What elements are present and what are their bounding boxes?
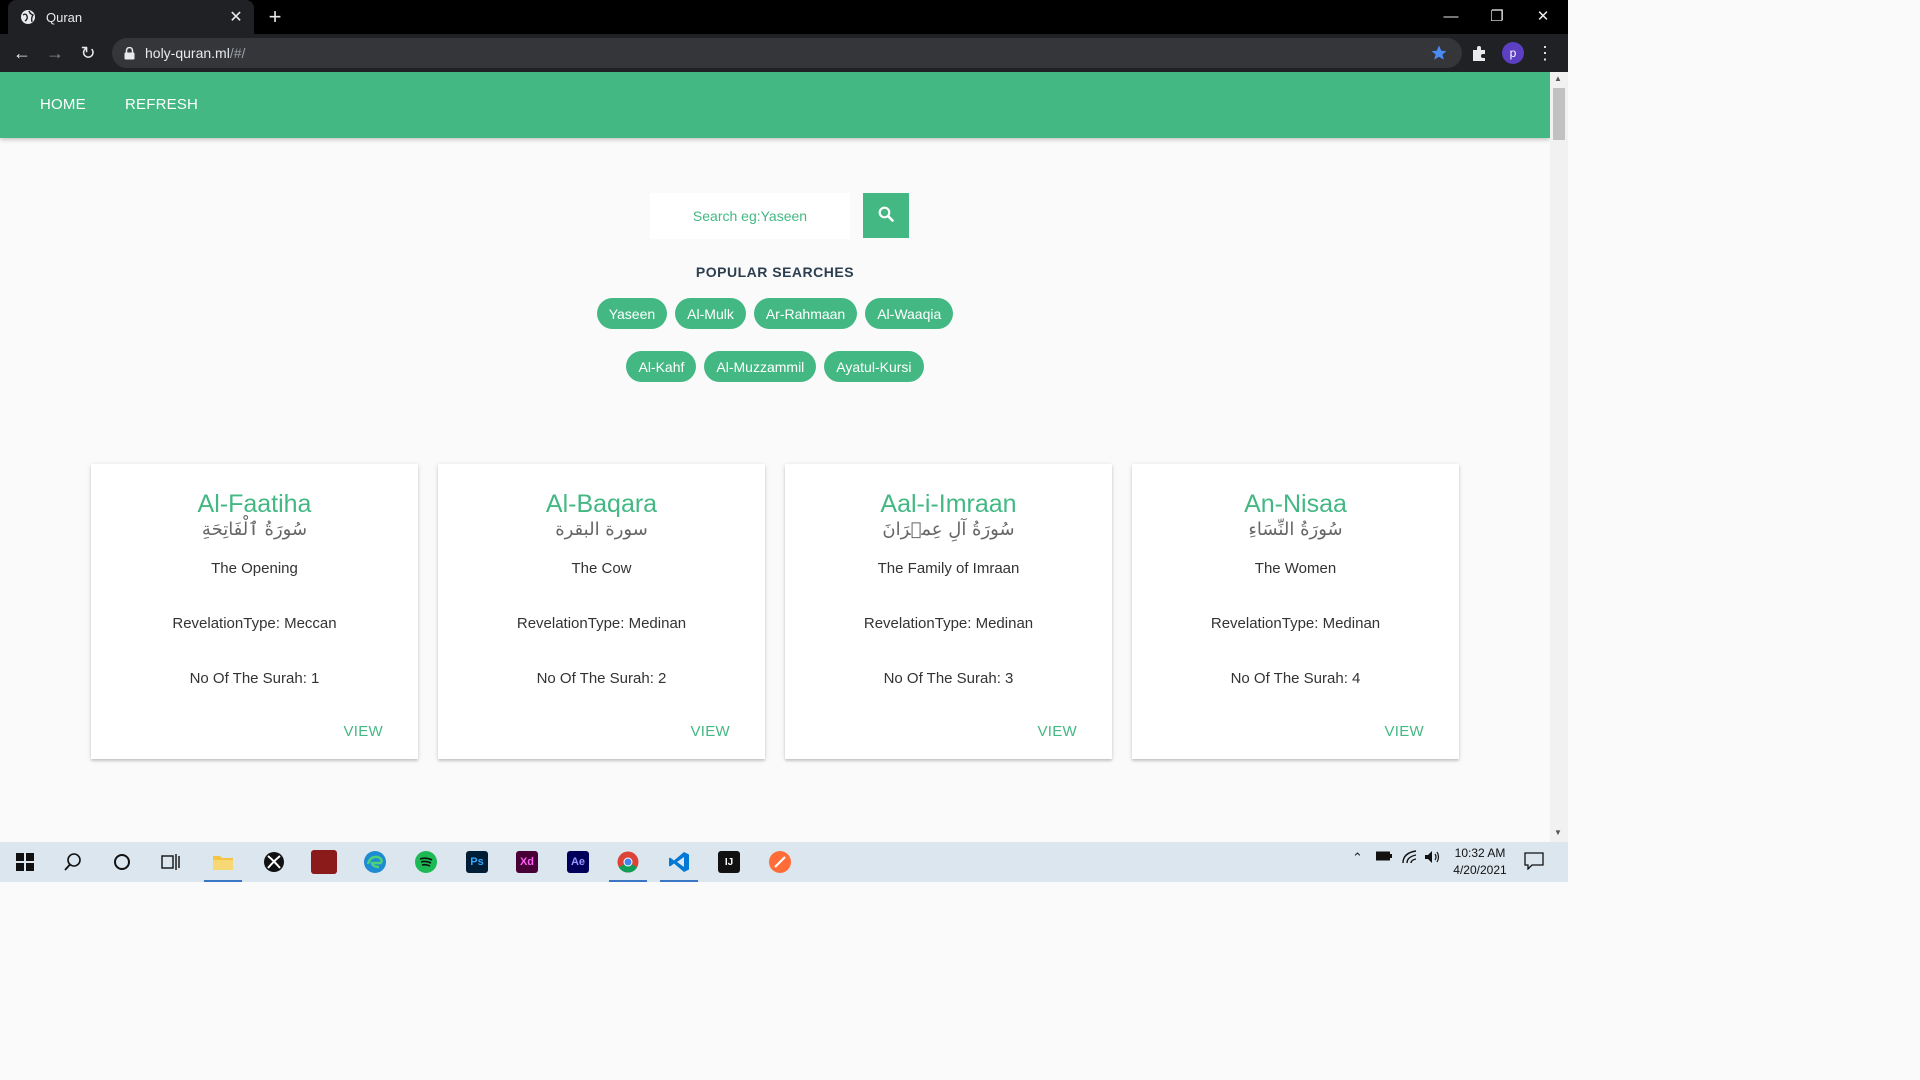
reload-icon[interactable]: ↻ bbox=[74, 39, 102, 67]
search-icon bbox=[878, 206, 894, 225]
surah-card: An-Nisaa سُورَةُ النِّسَاءِ The Women Re… bbox=[1132, 464, 1459, 759]
volume-icon[interactable] bbox=[1424, 850, 1442, 867]
scroll-up-icon[interactable]: ▲ bbox=[1554, 74, 1562, 83]
chip-ar-rahmaan[interactable]: Ar-Rahmaan bbox=[753, 298, 858, 329]
address-bar[interactable]: holy-quran.ml/#/ bbox=[112, 38, 1462, 68]
popular-searches-heading: POPULAR SEARCHES bbox=[695, 264, 855, 280]
surah-meaning: The Women bbox=[1254, 560, 1337, 577]
after-effects-icon[interactable]: Ae bbox=[557, 846, 599, 878]
taskbar-clock[interactable]: 10:32 AM 4/20/2021 bbox=[1444, 845, 1516, 879]
wifi-icon[interactable] bbox=[1402, 850, 1418, 867]
surah-name: Aal-i-Imraan bbox=[880, 490, 1017, 518]
surah-number: No Of The Surah: 1 bbox=[189, 670, 320, 687]
surah-number: No Of The Surah: 3 bbox=[883, 670, 1014, 687]
browser-toolbar: ← → ↻ holy-quran.ml/#/ p ⋮ bbox=[0, 34, 1568, 72]
windows-start-icon[interactable] bbox=[4, 846, 46, 878]
chip-yaseen[interactable]: Yaseen bbox=[596, 298, 668, 329]
close-window-button[interactable]: ✕ bbox=[1520, 0, 1566, 32]
surah-arabic-name: سُورَةُ النِّسَاءِ bbox=[1248, 519, 1343, 540]
forward-icon[interactable]: → bbox=[41, 39, 69, 67]
surah-arabic-name: سُورَةُ آلِ عِمۡرَانَ bbox=[882, 519, 1015, 540]
chip-al-muzzammil[interactable]: Al-Muzzammil bbox=[704, 351, 817, 382]
task-view-icon[interactable] bbox=[150, 846, 192, 878]
chip-al-waaqia[interactable]: Al-Waaqia bbox=[865, 298, 954, 329]
notifications-icon[interactable] bbox=[1524, 852, 1544, 875]
cortana-icon[interactable] bbox=[101, 846, 143, 878]
xbox-icon[interactable] bbox=[253, 846, 295, 878]
url-host: holy-quran.ml bbox=[145, 45, 230, 61]
surah-name: An-Nisaa bbox=[1244, 490, 1347, 518]
surah-meaning: The Family of Imraan bbox=[877, 560, 1020, 577]
game-app-icon[interactable] bbox=[303, 846, 345, 878]
browser-titlebar: Quran ✕ + — ❐ ✕ bbox=[0, 0, 1568, 34]
view-button[interactable]: VIEW bbox=[1384, 723, 1424, 740]
close-tab-icon[interactable]: ✕ bbox=[222, 3, 250, 31]
surah-card: Al-Baqara سورة البقرة The Cow Revelation… bbox=[438, 464, 765, 759]
extensions-icon[interactable] bbox=[1470, 43, 1490, 68]
search-button[interactable] bbox=[863, 193, 909, 238]
show-hidden-icons-chevron-up-icon[interactable]: ⌃ bbox=[1352, 850, 1363, 866]
vscode-icon[interactable] bbox=[658, 846, 700, 882]
chrome-icon[interactable] bbox=[607, 846, 649, 882]
adobe-xd-icon[interactable]: Xd bbox=[506, 846, 548, 878]
chip-al-kahf[interactable]: Al-Kahf bbox=[626, 351, 697, 382]
battery-icon[interactable] bbox=[1376, 850, 1392, 865]
menu-kebab-icon[interactable]: ⋮ bbox=[1536, 42, 1554, 64]
page-viewport: HOME REFRESH POPULAR SEARCHES Yaseen Al-… bbox=[0, 72, 1550, 842]
view-button[interactable]: VIEW bbox=[1037, 723, 1077, 740]
surah-name: Al-Faatiha bbox=[197, 490, 312, 518]
url-text: holy-quran.ml/#/ bbox=[145, 45, 245, 61]
surah-meaning: The Opening bbox=[211, 560, 298, 577]
taskbar-search-icon[interactable] bbox=[52, 846, 94, 878]
search-input[interactable] bbox=[650, 193, 850, 239]
bookmark-star-icon[interactable] bbox=[1430, 44, 1448, 67]
file-explorer-icon[interactable] bbox=[202, 846, 244, 882]
lock-icon[interactable] bbox=[124, 46, 135, 60]
surah-card: Aal-i-Imraan سُورَةُ آلِ عِمۡرَانَ The F… bbox=[785, 464, 1112, 759]
popular-chips-row-2: Al-Kahf Al-Muzzammil Ayatul-Kursi bbox=[0, 351, 1550, 382]
nav-home-link[interactable]: HOME bbox=[40, 96, 86, 113]
surah-number: No Of The Surah: 2 bbox=[536, 670, 667, 687]
view-button[interactable]: VIEW bbox=[343, 723, 383, 740]
surah-arabic-name: سورة البقرة bbox=[555, 519, 648, 540]
surah-revelation-type: RevelationType: Medinan bbox=[863, 615, 1034, 632]
restore-button[interactable]: ❐ bbox=[1474, 0, 1520, 32]
url-path: /#/ bbox=[229, 45, 246, 61]
spotify-icon[interactable] bbox=[405, 846, 447, 878]
photoshop-icon[interactable]: Ps bbox=[456, 846, 498, 878]
surah-revelation-type: RevelationType: Medinan bbox=[516, 615, 687, 632]
edge-icon[interactable] bbox=[354, 846, 396, 878]
tab-title: Quran bbox=[46, 9, 83, 25]
app-navbar: HOME REFRESH bbox=[0, 72, 1550, 138]
back-icon[interactable]: ← bbox=[8, 39, 36, 67]
scroll-down-icon[interactable]: ▼ bbox=[1554, 828, 1562, 837]
scrollbar-thumb[interactable] bbox=[1553, 88, 1565, 140]
surah-meaning: The Cow bbox=[571, 560, 632, 577]
chip-al-mulk[interactable]: Al-Mulk bbox=[675, 298, 746, 329]
minimize-button[interactable]: — bbox=[1428, 0, 1474, 32]
surah-name: Al-Baqara bbox=[545, 490, 658, 518]
surah-revelation-type: RevelationType: Meccan bbox=[172, 615, 337, 632]
surah-revelation-type: RevelationType: Medinan bbox=[1210, 615, 1381, 632]
new-tab-button[interactable]: + bbox=[262, 4, 288, 30]
clock-time: 10:32 AM bbox=[1454, 846, 1506, 860]
intellij-icon[interactable]: IJ bbox=[708, 846, 750, 878]
postman-icon[interactable] bbox=[759, 846, 801, 878]
view-button[interactable]: VIEW bbox=[690, 723, 730, 740]
windows-taskbar: Ps Xd Ae IJ ⌃ 10:32 AM 4/20/2021 bbox=[0, 842, 1568, 882]
nav-refresh-link[interactable]: REFRESH bbox=[125, 96, 198, 113]
surah-number: No Of The Surah: 4 bbox=[1230, 670, 1361, 687]
clock-date: 4/20/2021 bbox=[1453, 863, 1507, 877]
browser-tab[interactable]: Quran ✕ bbox=[8, 0, 254, 34]
chip-ayatul-kursi[interactable]: Ayatul-Kursi bbox=[824, 351, 924, 382]
popular-chips-row-1: Yaseen Al-Mulk Ar-Rahmaan Al-Waaqia bbox=[0, 298, 1550, 329]
globe-icon bbox=[20, 9, 36, 25]
page-scrollbar[interactable]: ▲ ▼ bbox=[1550, 72, 1568, 842]
surah-card: Al-Faatiha سُورَةُ ٱلْفَاتِحَةِ The Open… bbox=[91, 464, 418, 759]
profile-avatar[interactable]: p bbox=[1502, 42, 1524, 64]
surah-arabic-name: سُورَةُ ٱلْفَاتِحَةِ bbox=[201, 519, 308, 540]
